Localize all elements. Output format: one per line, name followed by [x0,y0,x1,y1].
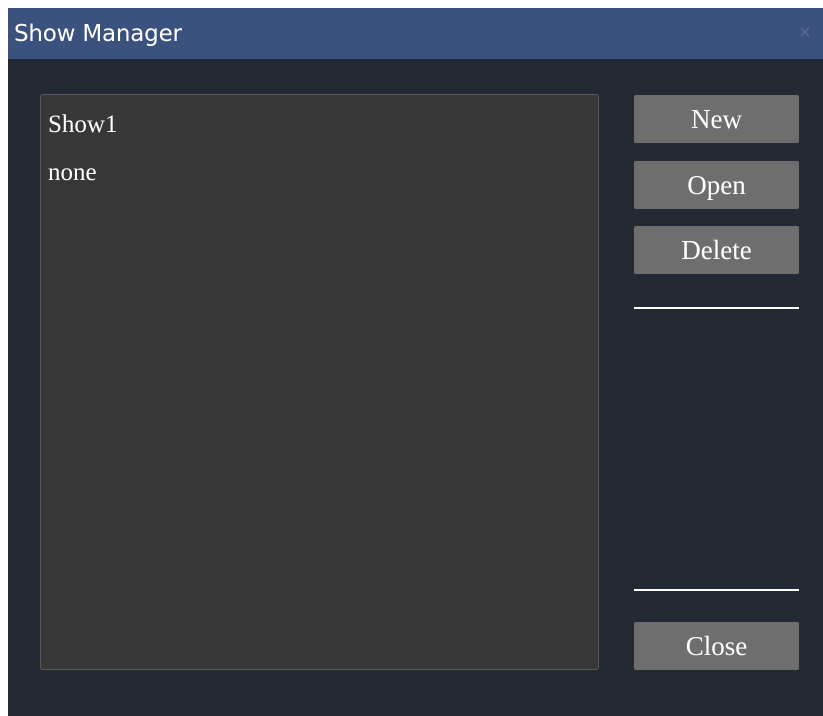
divider-bottom [634,589,799,591]
close-icon[interactable]: × [795,22,815,42]
list-item-show1[interactable]: Show1 [48,111,117,139]
new-button[interactable]: New [634,95,799,143]
divider-top [634,307,799,309]
shows-list[interactable]: Show1 none [40,94,599,670]
close-button[interactable]: Close [634,622,799,670]
list-item-none[interactable]: none [48,159,97,187]
dialog-title: Show Manager [14,21,182,47]
title-bar[interactable]: Show Manager × [8,8,823,59]
show-manager-dialog: Show Manager × Show1 none New Open Delet… [8,8,823,716]
delete-button[interactable]: Delete [634,226,799,274]
open-button[interactable]: Open [634,161,799,209]
